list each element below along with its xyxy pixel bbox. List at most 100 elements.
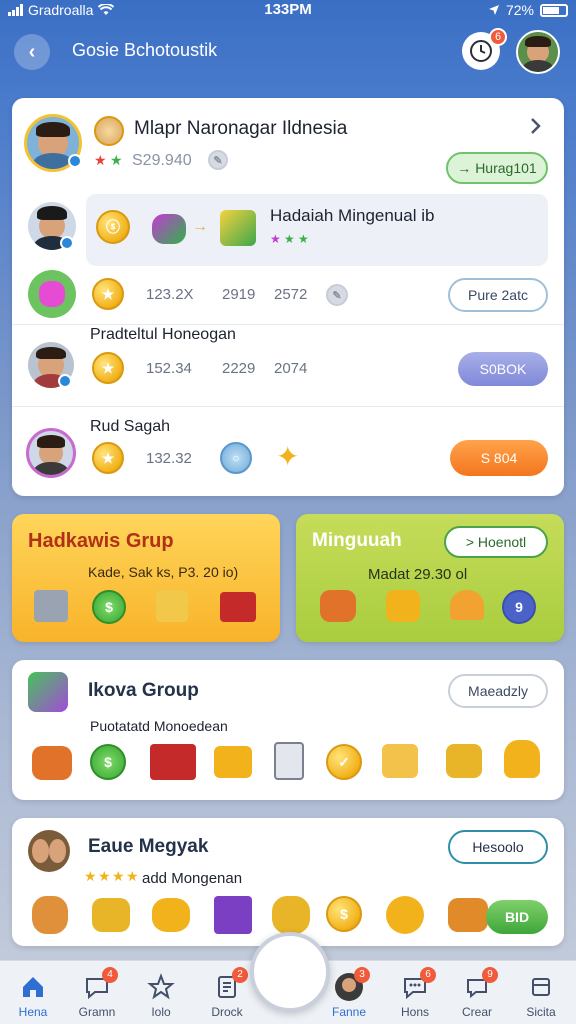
group-card-green[interactable]: Minguuah > Hoenotl Madat 29.30 ol 9 xyxy=(296,514,564,642)
location-icon xyxy=(488,5,499,15)
ticket-icon xyxy=(382,744,418,778)
eaue-card-title: Eaue Megyak xyxy=(88,836,209,857)
row2-value-2: 2229 xyxy=(222,360,256,377)
battery-icon xyxy=(540,3,568,17)
coin-icon: ★ xyxy=(92,442,124,474)
shell-icon xyxy=(450,590,484,620)
tab-label: Fanne xyxy=(331,1005,367,1019)
star-icon: ★ xyxy=(298,232,309,246)
group-card-ikova[interactable]: Ikova Group Maeadzly Puotatatd Monoedean… xyxy=(12,660,564,800)
edit-icon[interactable]: ✎ xyxy=(208,150,228,170)
cat-icon xyxy=(152,898,190,932)
tab-drock[interactable]: 2 Drock xyxy=(196,961,258,1024)
row2-button[interactable]: S0BOK xyxy=(458,352,548,386)
tab-hena[interactable]: Hena xyxy=(2,961,64,1024)
status-bar: Gradroalla 133PM 72% xyxy=(0,0,576,22)
count-badge: 9 xyxy=(502,590,536,624)
battery-percent: 72% xyxy=(505,2,534,18)
gold-bar-icon xyxy=(214,746,252,778)
center-action-button[interactable] xyxy=(250,932,330,1012)
row3-button[interactable]: S 804 xyxy=(450,440,548,476)
dollar-coin-icon: $ xyxy=(90,744,126,780)
ikova-card-button[interactable]: Maeadzly xyxy=(448,674,548,708)
card-icon xyxy=(274,742,304,780)
card-title: Mlapr Naronagar Ildnesia xyxy=(134,118,348,139)
gift-box-icon xyxy=(150,744,196,780)
tab-label: Hons xyxy=(400,1005,429,1019)
bid-button[interactable]: BID xyxy=(486,900,548,934)
group-card-orange[interactable]: Hadkawis Grup Kade, Sak ks, P3. 20 io) $ xyxy=(12,514,280,642)
row1-value-3: 2572 xyxy=(274,286,308,303)
orange-card-title: Hadkawis Grup xyxy=(28,530,174,552)
tab-gramn[interactable]: 4 Gramn xyxy=(66,961,128,1024)
star-green-icon: ★ xyxy=(110,152,123,168)
group-card-eaue[interactable]: Eaue Megyak Hesoolo ★ ★ ★ ★ add Mongenan… xyxy=(12,818,564,946)
coin-icon: ★ xyxy=(92,278,124,310)
back-button[interactable]: ‹ xyxy=(14,34,50,70)
eaue-card-subtitle: add Mongenan xyxy=(142,870,243,887)
profile-avatar[interactable] xyxy=(516,30,560,74)
score-value: S29.940 xyxy=(132,152,192,169)
level-badge xyxy=(60,236,74,250)
gift-icon xyxy=(320,590,356,622)
player-avatar-2[interactable] xyxy=(28,270,76,318)
green-card-button[interactable]: > Hoenotl xyxy=(444,526,548,558)
row1-value-1: 123.2X xyxy=(146,286,194,303)
chevron-right-icon[interactable] xyxy=(528,116,544,136)
tab-hons[interactable]: 6 Hons xyxy=(384,961,446,1024)
divider xyxy=(12,324,564,325)
purple-box-icon xyxy=(214,896,252,934)
green-card-subtitle: Madat 29.30 ol xyxy=(368,566,468,583)
tab-iolo[interactable]: Iolo xyxy=(130,961,192,1024)
bowtie-icon xyxy=(32,746,72,780)
tab-badge: 6 xyxy=(420,967,436,983)
tab-badge: 2 xyxy=(232,967,248,983)
chest-icon xyxy=(34,590,68,622)
eaue-card-button[interactable]: Hesoolo xyxy=(448,830,548,864)
scroll-icon xyxy=(92,898,130,932)
sparkle-icon: ✦ xyxy=(276,441,300,472)
star-red-icon: ★ xyxy=(94,152,107,168)
link-icon[interactable]: ✎ xyxy=(326,284,348,306)
tab-label: Sicita xyxy=(526,1005,556,1019)
wand-icon xyxy=(448,898,488,932)
tab-label: Iolo xyxy=(151,1005,171,1019)
treasure-icon xyxy=(386,590,420,622)
gift-icon xyxy=(152,214,186,244)
dog-icon xyxy=(32,896,68,934)
arrow-right-icon: → xyxy=(457,160,476,176)
star-icon: ★ xyxy=(284,232,295,246)
coin-icon: ⓢ xyxy=(96,210,130,244)
tab-label: Crear xyxy=(461,1005,492,1019)
row2-title: Pradteltul Honeogan xyxy=(90,326,236,343)
pot-icon xyxy=(504,740,540,778)
arrow-icon: → xyxy=(192,218,208,235)
tab-crear[interactable]: 9 Crear xyxy=(446,961,508,1024)
tab-sicita[interactable]: Sicita xyxy=(510,961,572,1024)
tab-badge: 3 xyxy=(354,967,370,983)
trophy-icon xyxy=(446,744,482,778)
level-badge xyxy=(58,374,72,388)
row2-value-1: 152.34 xyxy=(146,360,192,377)
monkey-icon xyxy=(94,116,124,146)
page-title: Gosie Bchotoustik xyxy=(72,40,218,60)
back-arrow-icon: ‹ xyxy=(28,40,36,63)
star-icon: ★ xyxy=(112,868,125,884)
row1-value-2: 2919 xyxy=(222,286,256,303)
player-avatar-4[interactable] xyxy=(26,428,76,478)
tab-label: Gramn xyxy=(78,1005,116,1019)
tab-badge: 9 xyxy=(482,967,498,983)
level-badge xyxy=(68,154,82,168)
star-icon: ★ xyxy=(126,868,139,884)
sun-icon xyxy=(386,896,424,934)
group-avatar[interactable] xyxy=(28,830,70,872)
row1-button[interactable]: Pure 2atc xyxy=(448,278,548,312)
ikova-card-subtitle: Puotatatd Monoedean xyxy=(90,718,228,734)
gift-box-icon xyxy=(156,590,188,622)
app-header: ‹ Gosie Bchotoustik 6 xyxy=(0,22,576,84)
home-icon xyxy=(23,977,43,997)
hurag-button[interactable]: → Hurag101 xyxy=(446,152,548,184)
box-icon xyxy=(532,978,550,996)
ikova-card-title: Ikova Group xyxy=(88,680,199,701)
star-icon: ★ xyxy=(270,232,281,246)
